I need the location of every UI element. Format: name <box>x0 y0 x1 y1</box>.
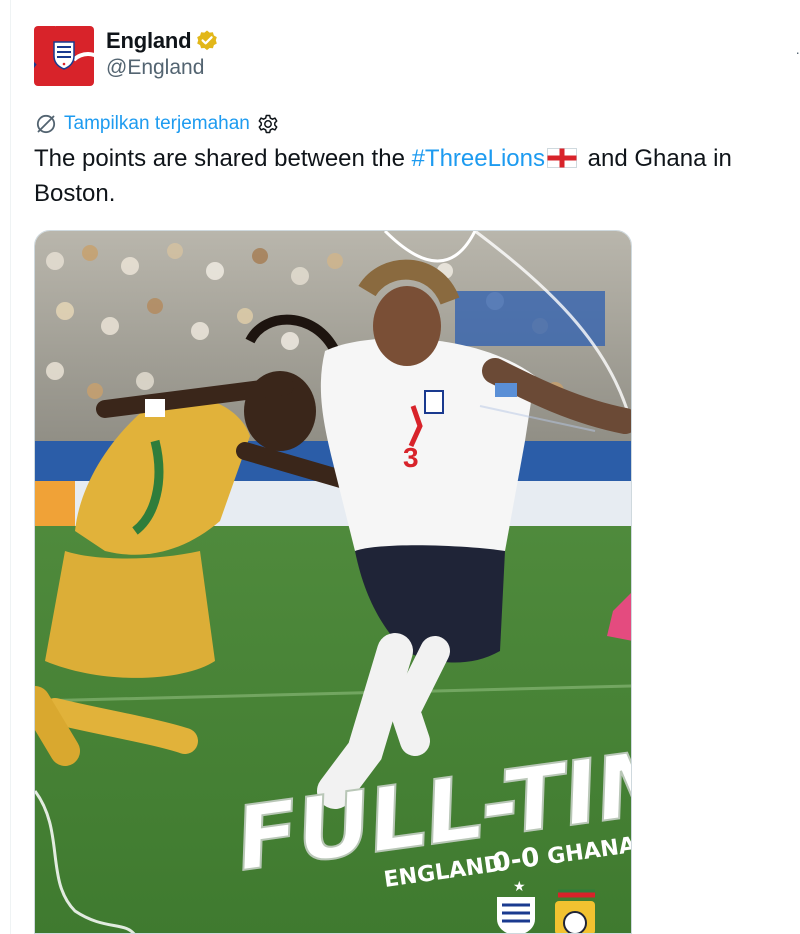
name-row: England <box>106 28 219 54</box>
tweet-media-image[interactable]: 3 FULL-TIME ENGLAND 0-0 GHANA ★ <box>34 230 632 934</box>
timeline-divider <box>10 0 11 934</box>
advertising-board-orange <box>35 481 75 526</box>
stand-blue-banner <box>455 291 605 346</box>
england-crest-icon <box>497 897 535 933</box>
translate-label: Tampilkan terjemahan <box>64 113 250 134</box>
player-number: 3 <box>403 442 419 473</box>
more-options-icon[interactable]: · <box>795 44 800 60</box>
tweet-text: The points are shared between the #Three… <box>34 141 784 211</box>
england-crest-icon <box>53 41 75 70</box>
tweet-text-before: The points are shared between the <box>34 145 412 172</box>
avatar[interactable] <box>34 26 94 86</box>
hashtag-link[interactable]: #ThreeLions <box>412 145 545 172</box>
tweet-header: England @England <box>34 26 219 86</box>
name-block: England @England <box>106 28 219 80</box>
display-name[interactable]: England <box>106 28 192 54</box>
star-icon: ★ <box>513 878 526 894</box>
england-flag-icon <box>547 148 577 168</box>
translate-link[interactable]: Tampilkan terjemahan <box>34 112 280 136</box>
gold-verified-badge-icon[interactable] <box>195 29 219 53</box>
translate-icon <box>36 114 56 134</box>
gear-icon[interactable] <box>256 112 280 136</box>
ghana-crest-icon <box>555 889 595 933</box>
handle[interactable]: @England <box>106 56 219 80</box>
